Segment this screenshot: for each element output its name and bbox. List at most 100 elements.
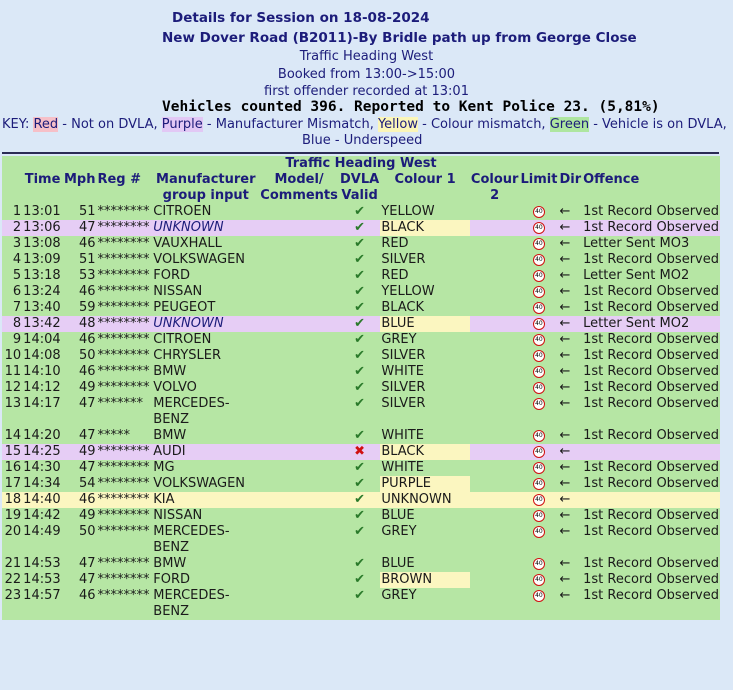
- row-dir: ←: [559, 556, 571, 571]
- row-colour1: BLUE: [381, 556, 415, 571]
- valid-tick-icon: ✔: [354, 524, 366, 539]
- row-offence: 1st Record Observed: [583, 476, 719, 491]
- row-dvla-valid: ✔: [339, 380, 380, 396]
- divider: [2, 152, 719, 154]
- row-mph: 46: [78, 364, 96, 379]
- row-model: [259, 556, 339, 572]
- header-colour2: Colour 2: [470, 172, 519, 203]
- row-number: 11: [4, 364, 22, 379]
- row-reg: ********: [97, 556, 150, 571]
- row-colour2: [469, 444, 520, 460]
- row-reg: ********: [97, 252, 150, 267]
- row-colour2: [469, 220, 520, 236]
- row-dir: ←: [559, 380, 571, 395]
- row-reg: ********: [97, 300, 150, 315]
- row-time: 14:17: [23, 396, 61, 411]
- row-offence: 1st Record Observed: [583, 380, 719, 395]
- row-limit: 40: [519, 300, 558, 316]
- row-dir: ←: [559, 300, 571, 315]
- row-limit: 40: [519, 492, 559, 508]
- row-limit: 40: [519, 220, 559, 236]
- table-title: Traffic Heading West: [285, 156, 437, 171]
- row-manufacturer: CHRYSLER: [153, 348, 222, 363]
- row-model: [259, 220, 339, 236]
- row-reg: ********: [97, 332, 150, 347]
- row-dvla-valid: ✔: [339, 508, 380, 524]
- row-manufacturer: VOLKSWAGEN: [153, 252, 246, 267]
- row-offence: 1st Record Observed: [583, 524, 719, 539]
- row-colour1: SILVER: [381, 380, 426, 395]
- row-offence: Letter Sent MO2: [582, 316, 720, 332]
- row-reg: ********: [97, 204, 150, 219]
- table-row: 23 14:57 46 ******** MERCEDES-BENZ ✔ GREY 40 ← 1s…: [2, 588, 720, 620]
- row-dvla-valid: ✔: [339, 284, 380, 300]
- row-offence: 1st Record Observed: [583, 252, 719, 267]
- row-offence: 1st Record Observed: [583, 508, 719, 523]
- table-row: 16 14:30 47 ******** MG ✔ WHITE 40 ← 1st Record O…: [2, 460, 720, 476]
- table-row: 4 13:09 51 ******** VOLKSWAGEN ✔ SILVER 40 ← 1st …: [2, 252, 720, 268]
- row-offence: 1st Record Observed: [583, 556, 719, 571]
- key-blue: Blue: [302, 133, 331, 148]
- speed-limit-sign-icon: 40: [532, 525, 545, 538]
- row-time: 13:01: [23, 204, 61, 219]
- row-time: 14:10: [23, 364, 61, 379]
- row-model: [259, 204, 339, 220]
- speed-limit-sign-icon: 40: [532, 253, 545, 266]
- table-row: 20 14:49 50 ******** MERCEDES-BENZ ✔ GREY 40 ← 1s…: [2, 524, 720, 556]
- table-row: 6 13:24 46 ******** NISSAN ✔ YELLOW 40 ← 1st Reco…: [2, 284, 720, 300]
- row-dir: ←: [559, 364, 571, 379]
- speed-limit-sign-icon: 40: [532, 509, 545, 522]
- row-manufacturer: FORD: [153, 268, 191, 283]
- header-mph: Mph: [63, 172, 96, 187]
- row-colour1: SILVER: [381, 252, 426, 267]
- row-limit: 40: [519, 268, 558, 284]
- row-limit: 40: [519, 524, 558, 556]
- row-time: 13:40: [23, 300, 61, 315]
- header-reg: Reg #: [97, 172, 142, 187]
- row-model: [259, 444, 339, 460]
- speed-limit-sign-icon: 40: [532, 333, 545, 346]
- table-row: 18 14:40 46 ******** KIA ✔ UNKNOWN 40 ←: [2, 492, 720, 508]
- row-number: 13: [4, 396, 22, 411]
- row-limit: 40: [519, 204, 558, 220]
- table-row: 21 14:53 47 ******** BMW ✔ BLUE 40 ← 1st Record O…: [2, 556, 720, 572]
- row-manufacturer: PEUGEOT: [153, 300, 216, 315]
- row-number: 14: [4, 428, 22, 443]
- row-colour2: [470, 348, 520, 364]
- row-dir: ←: [559, 204, 571, 219]
- table-row: 14 14:20 47 ***** BMW ✔ WHITE 40 ← 1st Record Obs…: [2, 428, 720, 444]
- row-reg: ********: [97, 380, 150, 395]
- table-row: 11 14:10 46 ******** BMW ✔ WHITE 40 ← 1st Record …: [2, 364, 720, 380]
- row-number: 16: [4, 460, 22, 475]
- row-offence: 1st Record Observed: [583, 428, 719, 443]
- header-colour1: Colour 1: [394, 172, 456, 187]
- direction-label: Traffic Heading West: [299, 49, 434, 64]
- valid-tick-icon: ✔: [354, 364, 366, 379]
- speed-limit-sign-icon: 40: [532, 317, 545, 330]
- row-number: 6: [12, 284, 22, 299]
- row-model: [259, 348, 339, 364]
- row-number: 23: [4, 588, 22, 603]
- valid-tick-icon: ✔: [354, 380, 366, 395]
- row-model: [259, 476, 339, 492]
- row-number: 2: [2, 220, 23, 236]
- row-colour2: [469, 316, 520, 332]
- row-dir: ←: [559, 508, 571, 523]
- vehicle-summary: Vehicles counted 396. Reported to Kent P…: [162, 99, 660, 115]
- key-red-desc: - Not on DVLA,: [58, 117, 162, 132]
- row-time: 13:09: [23, 252, 61, 267]
- row-colour2: [470, 460, 520, 476]
- row-model: [259, 284, 339, 300]
- colour-key: KEY: Red - Not on DVLA, Purple - Manufac…: [2, 117, 730, 149]
- row-mph: 50: [78, 348, 96, 363]
- row-number: 7: [12, 300, 22, 315]
- header-dir: Dir: [559, 172, 582, 187]
- row-colour2: [470, 556, 520, 572]
- row-model: [259, 428, 339, 444]
- row-dir: ←: [559, 396, 571, 411]
- row-manufacturer: NISSAN: [153, 508, 203, 523]
- row-mph: 51: [78, 204, 96, 219]
- row-time: 13:42: [22, 316, 63, 332]
- valid-tick-icon: ✔: [354, 300, 366, 315]
- row-manufacturer: CITROEN: [153, 204, 212, 219]
